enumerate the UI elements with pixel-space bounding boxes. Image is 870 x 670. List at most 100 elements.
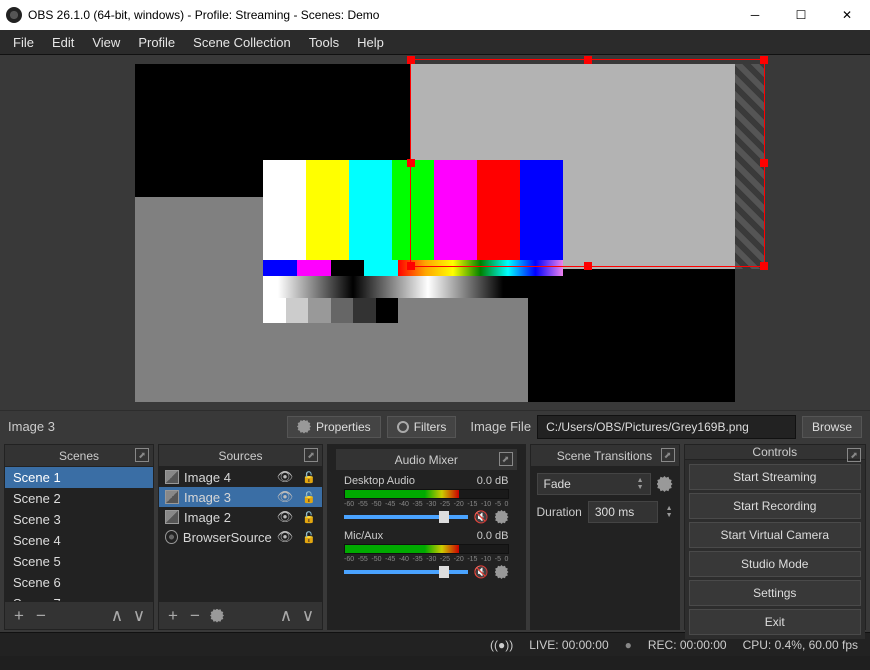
window-maximize-button[interactable]: ☐	[778, 0, 824, 30]
sources-list[interactable]: Image 4👁🔓Image 3👁🔓Image 2👁🔓BrowserSource…	[159, 467, 322, 601]
image-icon	[165, 490, 179, 504]
resize-handle-tr[interactable]	[760, 56, 768, 64]
status-live: LIVE: 00:00:00	[529, 638, 608, 652]
settings-button[interactable]: Settings	[689, 580, 862, 606]
gear-icon	[210, 609, 224, 623]
menu-edit[interactable]: Edit	[43, 30, 83, 55]
resize-handle-bl[interactable]	[407, 262, 415, 270]
visibility-toggle[interactable]: 👁	[277, 509, 294, 525]
mute-button[interactable]: 🔇	[474, 510, 489, 524]
properties-button[interactable]: Properties	[287, 416, 381, 438]
colorbar-grayscale	[263, 276, 563, 298]
resize-handle-bc[interactable]	[584, 262, 592, 270]
menubar: File Edit View Profile Scene Collection …	[0, 30, 870, 55]
source-down-button[interactable]: ∨	[298, 606, 318, 626]
sources-dock: Sources⬈ Image 4👁🔓Image 3👁🔓Image 2👁🔓Brow…	[158, 444, 323, 630]
scene-item[interactable]: Scene 5	[5, 551, 153, 572]
scene-add-button[interactable]: +	[9, 606, 29, 626]
menu-help[interactable]: Help	[348, 30, 393, 55]
selected-source-label: Image 3	[8, 419, 55, 434]
resize-handle-ml[interactable]	[407, 159, 415, 167]
scene-item[interactable]: Scene 7	[5, 593, 153, 601]
visibility-toggle[interactable]: 👁	[277, 469, 294, 485]
exit-button[interactable]: Exit	[689, 609, 862, 635]
audio-meter	[344, 544, 509, 554]
resize-handle-mr[interactable]	[760, 159, 768, 167]
visibility-toggle[interactable]: 👁	[277, 529, 294, 545]
controls-header: Controls⬈	[685, 445, 866, 460]
start-recording-button[interactable]: Start Recording	[689, 493, 862, 519]
dock-popout-icon[interactable]: ⬈	[135, 448, 149, 462]
dock-popout-icon[interactable]: ⬈	[304, 448, 318, 462]
transition-select[interactable]: Fade▲▼	[537, 473, 651, 495]
status-rec: REC: 00:00:00	[648, 638, 727, 652]
source-item[interactable]: Image 2👁🔓	[159, 507, 322, 527]
scene-item[interactable]: Scene 6	[5, 572, 153, 593]
start-streaming-button[interactable]: Start Streaming	[689, 464, 862, 490]
lock-toggle[interactable]: 🔓	[302, 531, 316, 544]
filters-icon	[397, 421, 409, 433]
menu-profile[interactable]: Profile	[129, 30, 184, 55]
source-up-button[interactable]: ∧	[276, 606, 296, 626]
dock-popout-icon[interactable]: ⬈	[661, 448, 675, 462]
window-minimize-button[interactable]: ─	[732, 0, 778, 30]
selection-box[interactable]	[410, 59, 765, 267]
image-file-input[interactable]	[537, 415, 796, 439]
scenes-list[interactable]: Scene 1Scene 2Scene 3Scene 4Scene 5Scene…	[5, 467, 153, 601]
channel-db: 0.0 dB	[477, 530, 509, 542]
start-virtual-camera-button[interactable]: Start Virtual Camera	[689, 522, 862, 548]
preview-area[interactable]	[0, 55, 870, 410]
menu-file[interactable]: File	[4, 30, 43, 55]
lock-toggle[interactable]: 🔓	[302, 471, 316, 484]
scene-item[interactable]: Scene 3	[5, 509, 153, 530]
param-label: Image File	[470, 419, 531, 434]
controls-dock: Controls⬈ Start Streaming Start Recording…	[684, 444, 867, 630]
resize-handle-tl[interactable]	[407, 56, 415, 64]
scene-item[interactable]: Scene 4	[5, 530, 153, 551]
menu-scene-collection[interactable]: Scene Collection	[184, 30, 300, 55]
broadcast-icon: ((●))	[490, 638, 513, 652]
resize-handle-br[interactable]	[760, 262, 768, 270]
audio-meter	[344, 489, 509, 499]
duration-label: Duration	[537, 505, 582, 519]
scene-item[interactable]: Scene 1	[5, 467, 153, 488]
menu-tools[interactable]: Tools	[300, 30, 348, 55]
source-add-button[interactable]: +	[163, 606, 183, 626]
resize-handle-tc[interactable]	[584, 56, 592, 64]
scene-item[interactable]: Scene 2	[5, 488, 153, 509]
channel-settings-button[interactable]	[495, 565, 509, 579]
source-properties-button[interactable]	[207, 606, 227, 626]
sources-header: Sources⬈	[159, 445, 322, 467]
source-remove-button[interactable]: −	[185, 606, 205, 626]
browse-button[interactable]: Browse	[802, 416, 862, 438]
mixer-channel: Mic/Aux0.0 dB-60-55-50-45-40-35-30-25-20…	[344, 530, 509, 579]
volume-slider[interactable]: 🔇	[344, 510, 509, 524]
scenes-header: Scenes⬈	[5, 445, 153, 467]
source-item[interactable]: Image 3👁🔓	[159, 487, 322, 507]
scene-up-button[interactable]: ∧	[107, 606, 127, 626]
dock-popout-icon[interactable]: ⬈	[499, 452, 513, 466]
colorbar-grayblocks	[263, 298, 398, 323]
audio-mixer-dock: Audio Mixer⬈ Desktop Audio0.0 dB-60-55-5…	[327, 444, 526, 630]
channel-settings-button[interactable]	[495, 510, 509, 524]
volume-slider[interactable]: 🔇	[344, 565, 509, 579]
window-close-button[interactable]: ✕	[824, 0, 870, 30]
menu-view[interactable]: View	[83, 30, 129, 55]
scene-down-button[interactable]: ∨	[129, 606, 149, 626]
dock-popout-icon[interactable]: ⬈	[847, 448, 861, 462]
source-item[interactable]: Image 4👁🔓	[159, 467, 322, 487]
duration-input[interactable]: 300 ms	[588, 501, 658, 523]
transition-settings-button[interactable]	[657, 476, 673, 492]
studio-mode-button[interactable]: Studio Mode	[689, 551, 862, 577]
preview-canvas[interactable]	[135, 64, 735, 402]
colorbar-sub1	[263, 260, 398, 276]
duration-spinner[interactable]: ▲▼	[666, 505, 673, 519]
scene-remove-button[interactable]: −	[31, 606, 51, 626]
visibility-toggle[interactable]: 👁	[277, 489, 294, 505]
filters-button[interactable]: Filters	[387, 416, 457, 438]
image-icon	[165, 470, 179, 484]
lock-toggle[interactable]: 🔓	[302, 491, 316, 504]
source-item[interactable]: BrowserSource👁🔓	[159, 527, 322, 547]
lock-toggle[interactable]: 🔓	[302, 511, 316, 524]
mute-button[interactable]: 🔇	[474, 565, 489, 579]
